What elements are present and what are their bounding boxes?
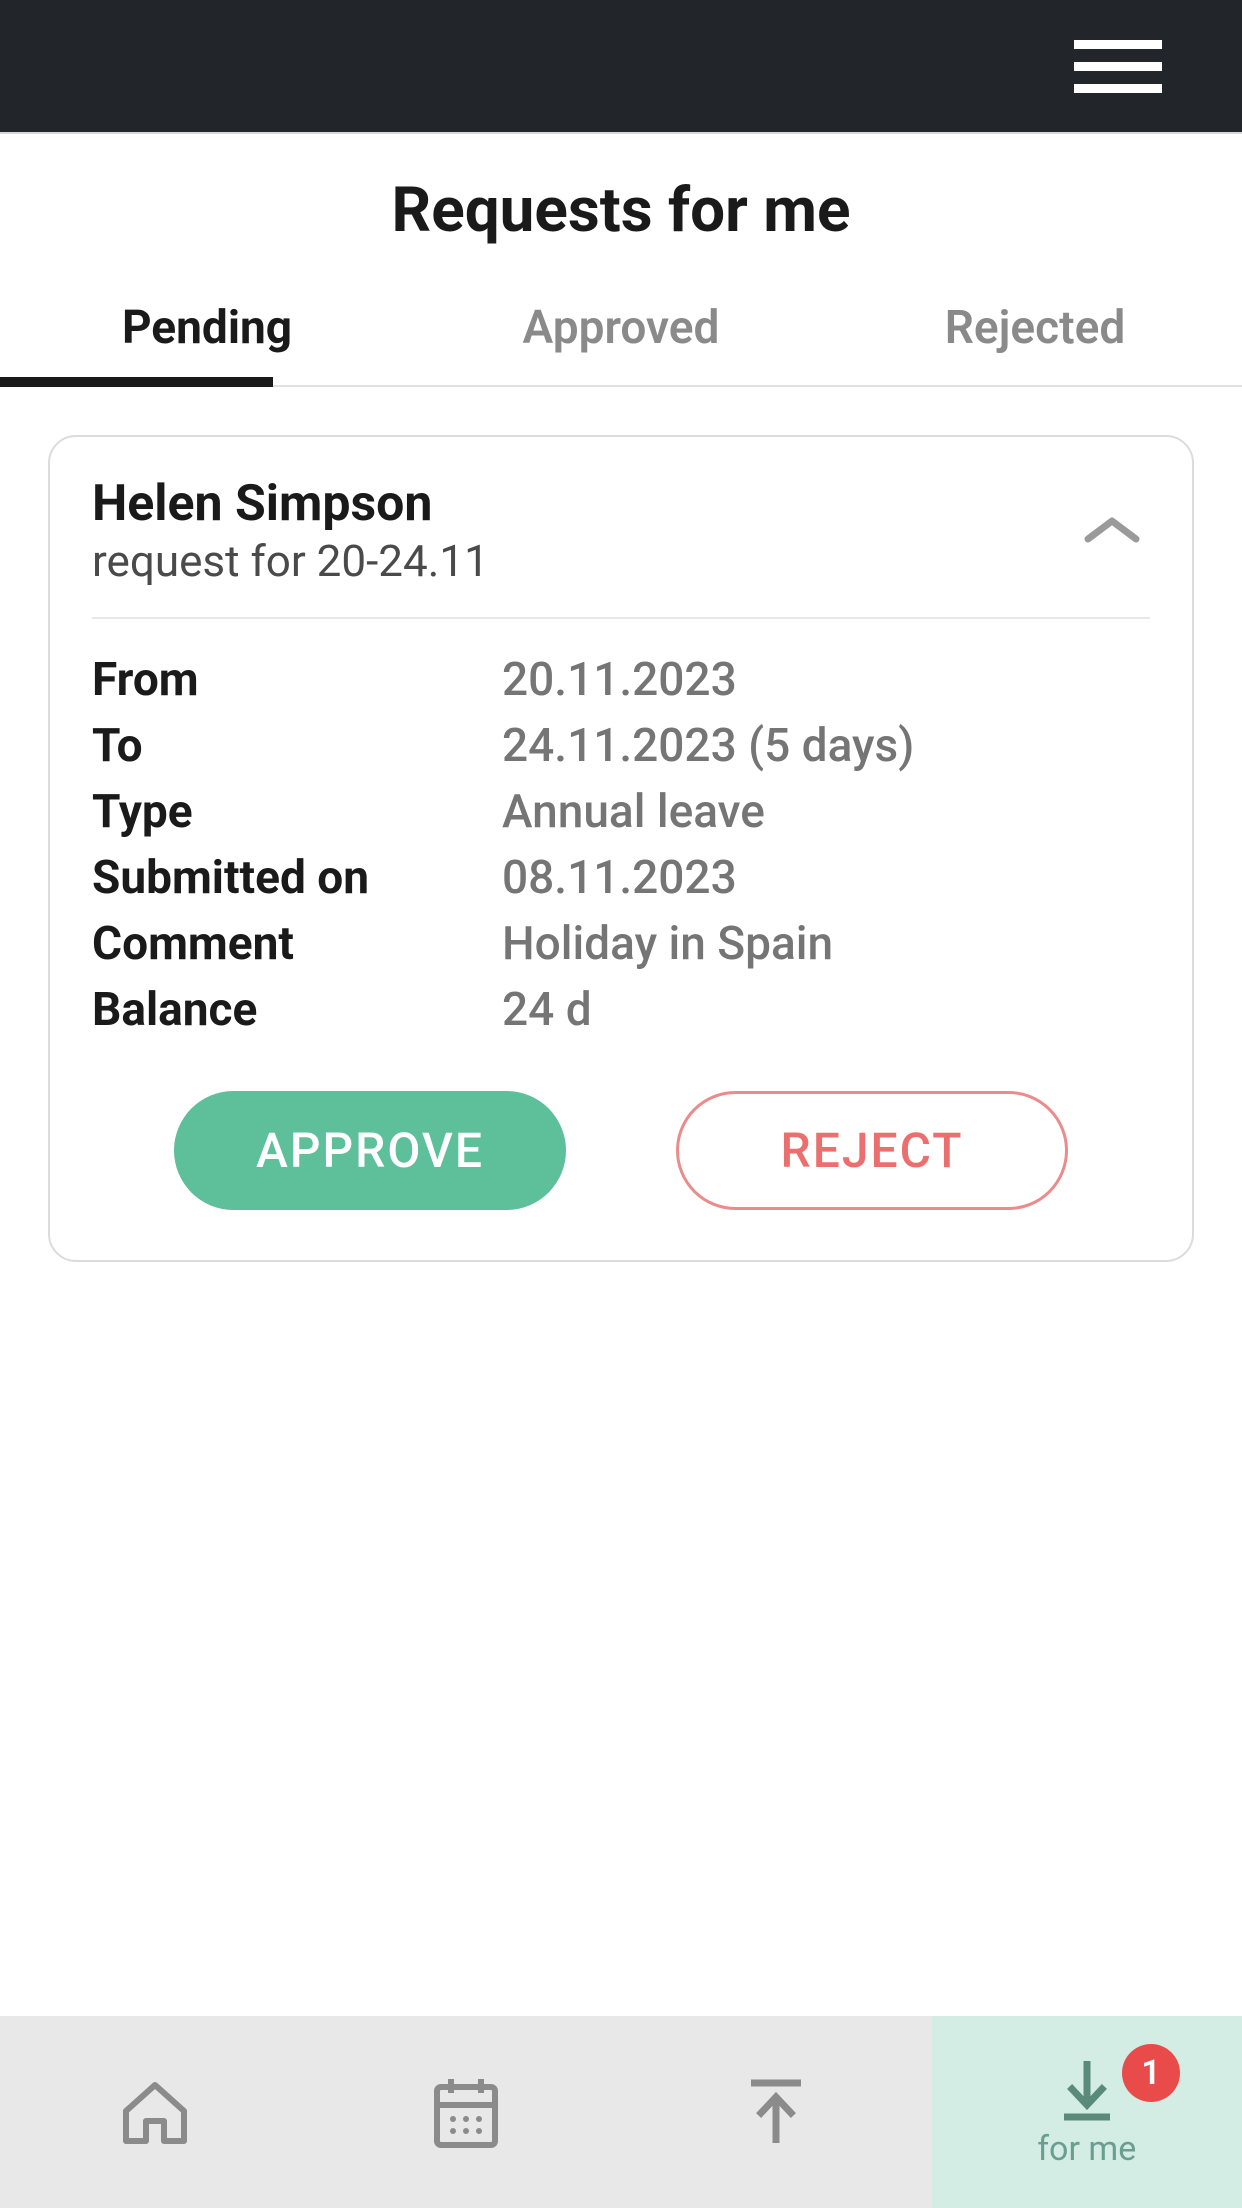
notification-badge: 1 (1122, 2044, 1180, 2102)
reject-button[interactable]: REJECT (676, 1091, 1068, 1210)
tab-rejected[interactable]: Rejected (828, 277, 1242, 385)
calendar-icon (427, 2071, 505, 2153)
value-from: 20.11.2023 (502, 653, 737, 707)
value-to: 24.11.2023 (5 days) (502, 719, 914, 773)
value-type: Annual leave (502, 785, 765, 839)
label-balance: Balance (92, 983, 502, 1037)
card-header-text: Helen Simpson request for 20-24.11 (92, 475, 489, 587)
detail-row-balance: Balance 24 d (92, 977, 1150, 1043)
value-submitted: 08.11.2023 (502, 851, 737, 905)
value-comment: Holiday in Spain (502, 917, 833, 971)
value-balance: 24 d (502, 983, 592, 1037)
label-type: Type (92, 785, 502, 839)
arrow-down-icon (1052, 2055, 1122, 2125)
tab-approved[interactable]: Approved (414, 277, 828, 385)
nav-upload[interactable] (621, 2016, 932, 2208)
chevron-up-icon[interactable] (1074, 505, 1150, 557)
detail-row-from: From 20.11.2023 (92, 647, 1150, 713)
card-actions: APPROVE REJECT (92, 1091, 1150, 1210)
label-to: To (92, 719, 502, 773)
tabs: Pending Approved Rejected (0, 277, 1242, 387)
label-comment: Comment (92, 917, 502, 971)
detail-row-comment: Comment Holiday in Spain (92, 911, 1150, 977)
detail-row-submitted: Submitted on 08.11.2023 (92, 845, 1150, 911)
menu-icon[interactable] (1074, 40, 1162, 93)
request-details: From 20.11.2023 To 24.11.2023 (5 days) T… (92, 619, 1150, 1043)
arrow-up-icon (741, 2073, 811, 2151)
tab-pending[interactable]: Pending (0, 277, 414, 385)
label-submitted: Submitted on (92, 851, 502, 905)
page-title: Requests for me (0, 174, 1242, 247)
request-name: Helen Simpson (92, 475, 489, 533)
label-from: From (92, 653, 502, 707)
request-card: Helen Simpson request for 20-24.11 From … (48, 435, 1194, 1262)
approve-button[interactable]: APPROVE (174, 1091, 566, 1210)
card-header: Helen Simpson request for 20-24.11 (92, 475, 1150, 619)
request-subtitle: request for 20-24.11 (92, 535, 489, 587)
nav-for-me[interactable]: for me 1 (932, 2016, 1242, 2208)
nav-home[interactable] (0, 2016, 311, 2208)
content: Helen Simpson request for 20-24.11 From … (0, 387, 1242, 2016)
top-bar (0, 0, 1242, 132)
detail-row-type: Type Annual leave (92, 779, 1150, 845)
detail-row-to: To 24.11.2023 (5 days) (92, 713, 1150, 779)
bottom-nav: for me 1 (0, 2016, 1242, 2208)
home-icon (116, 2073, 194, 2151)
nav-calendar[interactable] (311, 2016, 622, 2208)
nav-for-me-label: for me (1037, 2129, 1136, 2169)
page-header: Requests for me (0, 134, 1242, 277)
